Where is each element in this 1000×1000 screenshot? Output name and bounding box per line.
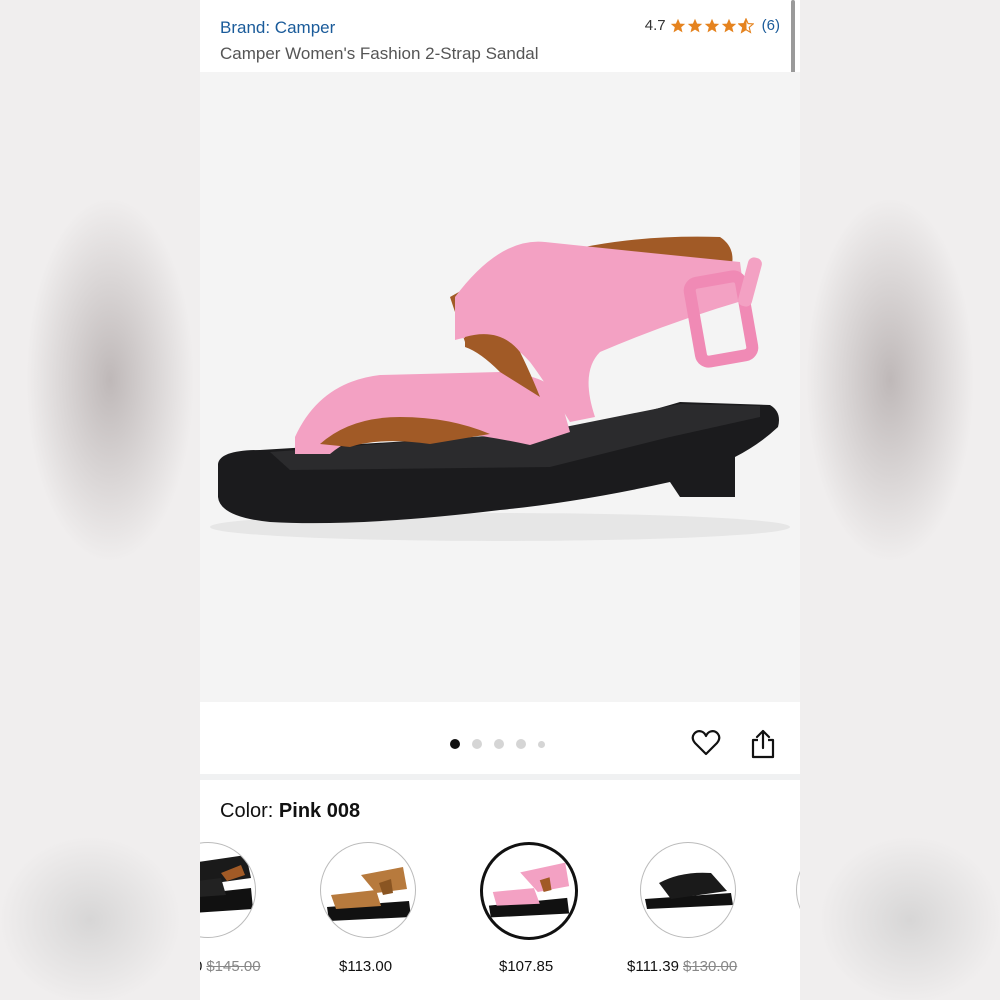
- original-price: $130.00: [683, 958, 738, 975]
- share-icon[interactable]: [749, 728, 777, 760]
- color-label-prefix: Color:: [220, 800, 274, 822]
- rating-value: 4.7: [644, 17, 666, 34]
- pink-sandal-image: [488, 862, 570, 918]
- product-page: Brand: Camper Camper Women's Fashion 2-S…: [200, 0, 800, 1000]
- rating-count[interactable]: (6): [762, 17, 780, 34]
- carousel-dot[interactable]: [472, 739, 482, 749]
- star-icon: [721, 18, 736, 32]
- original-price: $145.00: [206, 958, 261, 975]
- product-header: Brand: Camper Camper Women's Fashion 2-S…: [200, 0, 800, 72]
- star-icon: [670, 18, 685, 32]
- carousel-dot[interactable]: [516, 739, 526, 749]
- image-controls: [200, 702, 800, 774]
- black-slide-image: [645, 872, 733, 909]
- black-sandal-swatch[interactable]: [200, 842, 256, 938]
- brown-sandal-swatch[interactable]: [320, 842, 416, 938]
- star-icon: [704, 18, 719, 32]
- color-label: Color: Pink 008: [220, 800, 360, 823]
- swatch-price: $107.85: [499, 958, 554, 975]
- selected-color: Pink 008: [278, 800, 361, 822]
- carousel-dots: [450, 739, 545, 749]
- star-icon: [687, 18, 702, 32]
- star-rating: [670, 17, 754, 34]
- half-star-icon: [737, 17, 754, 34]
- pink-sandal-image: [210, 236, 790, 541]
- swatch-price: $111.39 $130.00: [627, 958, 738, 975]
- carousel-dot[interactable]: [538, 740, 545, 748]
- carousel-dot[interactable]: [450, 739, 460, 749]
- product-image-carousel[interactable]: [200, 72, 800, 702]
- black-sandal-image: [200, 855, 253, 913]
- swatch-price: $113.00: [339, 958, 393, 975]
- carousel-dot[interactable]: [494, 739, 504, 749]
- heart-icon[interactable]: [691, 728, 721, 758]
- color-selector: Color: Pink 008 0$145.00 $113.00: [200, 780, 800, 1000]
- background-blur-left: [0, 0, 200, 1000]
- black-slide-swatch[interactable]: [640, 842, 736, 938]
- pink-sandal-swatch[interactable]: [480, 842, 578, 940]
- partial-swatch[interactable]: [796, 842, 800, 938]
- brand-link[interactable]: Brand: Camper: [220, 18, 335, 38]
- rating-summary[interactable]: 4.7 (6): [645, 17, 780, 34]
- swatch-price: 0$145.00: [200, 958, 261, 975]
- brown-sandal-image: [327, 867, 411, 921]
- scrollbar[interactable]: [791, 0, 795, 76]
- background-blur-right: [800, 0, 1000, 1000]
- product-title: Camper Women's Fashion 2-Strap Sandal: [220, 44, 539, 63]
